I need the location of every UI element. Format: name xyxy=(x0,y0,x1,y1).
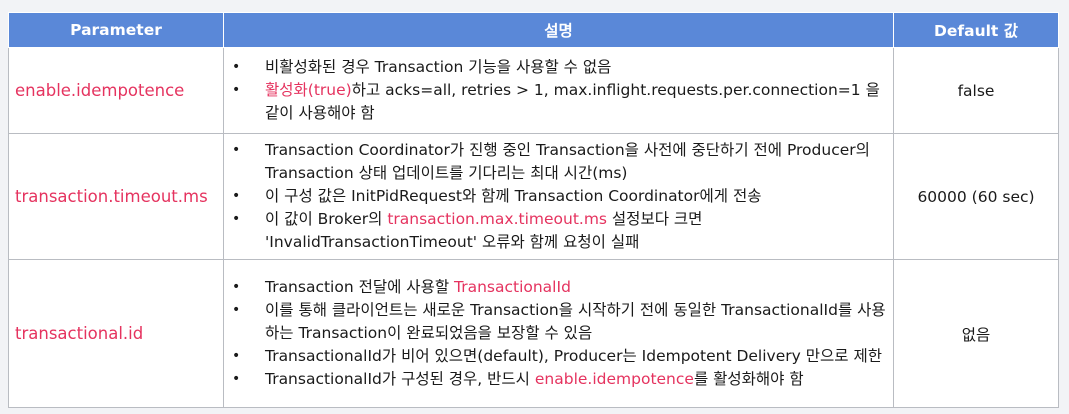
bullet-item: 이를 통해 클라이언트는 새로운 Transaction을 시작하기 전에 동일… xyxy=(232,299,889,345)
bullet-item: 활성화(true)하고 acks=all, retries > 1, max.i… xyxy=(232,79,889,125)
bullet-item: TransactionalId가 비어 있으면(default), Produc… xyxy=(232,345,889,368)
bullet-text: TransactionalId가 비어 있으면(default), Produc… xyxy=(265,347,882,365)
parameter-table: Parameter 설명 Default 값 enable.idempotenc… xyxy=(8,12,1059,408)
bullet-list: Transaction 전달에 사용할 TransactionalId이를 통해… xyxy=(232,276,889,391)
bullet-text: 를 활성화해야 함 xyxy=(693,370,804,388)
bullet-list: 비활성화된 경우 Transaction 기능을 사용할 수 없음활성화(tru… xyxy=(232,56,889,125)
header-description: 설명 xyxy=(223,12,894,48)
table-row: transaction.timeout.ms Transaction Coord… xyxy=(8,133,1059,260)
bullet-list: Transaction Coordinator가 진행 중인 Transacti… xyxy=(232,139,889,254)
param-description: 비활성화된 경우 Transaction 기능을 사용할 수 없음활성화(tru… xyxy=(223,47,894,134)
bullet-text: 이 값이 Broker의 xyxy=(265,210,388,228)
param-name: transactional.id xyxy=(8,259,224,408)
table-header-row: Parameter 설명 Default 값 xyxy=(8,12,1059,48)
highlighted-text: 활성화(true) xyxy=(265,81,352,99)
table-row: transactional.id Transaction 전달에 사용할 Tra… xyxy=(8,259,1059,408)
bullet-item: Transaction Coordinator가 진행 중인 Transacti… xyxy=(232,139,889,185)
table-row: enable.idempotence 비활성화된 경우 Transaction … xyxy=(8,47,1059,134)
bullet-text: TransactionalId가 구성된 경우, 반드시 xyxy=(265,370,535,388)
bullet-item: 이 구성 값은 InitPidRequest와 함께 Transaction C… xyxy=(232,185,889,208)
slide: Parameter 설명 Default 값 enable.idempotenc… xyxy=(0,0,1069,414)
param-description: Transaction Coordinator가 진행 중인 Transacti… xyxy=(223,133,894,260)
param-name: transaction.timeout.ms xyxy=(8,133,224,260)
bullet-text: 이를 통해 클라이언트는 새로운 Transaction을 시작하기 전에 동일… xyxy=(265,301,886,342)
header-default: Default 값 xyxy=(893,12,1059,48)
bullet-text: 비활성화된 경우 Transaction 기능을 사용할 수 없음 xyxy=(265,58,612,76)
bullet-item: 비활성화된 경우 Transaction 기능을 사용할 수 없음 xyxy=(232,56,889,79)
highlighted-text: TransactionalId xyxy=(454,278,571,296)
highlighted-text: transaction.max.timeout.ms xyxy=(387,210,607,228)
param-name: enable.idempotence xyxy=(8,47,224,134)
bullet-text: 하고 acks=all, retries > 1, max.inflight.r… xyxy=(265,81,880,122)
bullet-item: TransactionalId가 구성된 경우, 반드시 enable.idem… xyxy=(232,368,889,391)
highlighted-text: enable.idempotence xyxy=(534,370,694,388)
bullet-item: 이 값이 Broker의 transaction.max.timeout.ms … xyxy=(232,208,889,254)
param-default: 없음 xyxy=(893,259,1059,408)
bullet-text: Transaction Coordinator가 진행 중인 Transacti… xyxy=(265,141,870,182)
header-parameter: Parameter xyxy=(8,12,224,48)
bullet-text: Transaction 전달에 사용할 xyxy=(265,278,455,296)
param-description: Transaction 전달에 사용할 TransactionalId이를 통해… xyxy=(223,259,894,408)
bullet-item: Transaction 전달에 사용할 TransactionalId xyxy=(232,276,889,299)
param-default: 60000 (60 sec) xyxy=(893,133,1059,260)
bullet-text: 이 구성 값은 InitPidRequest와 함께 Transaction C… xyxy=(265,187,762,205)
param-default: false xyxy=(893,47,1059,134)
